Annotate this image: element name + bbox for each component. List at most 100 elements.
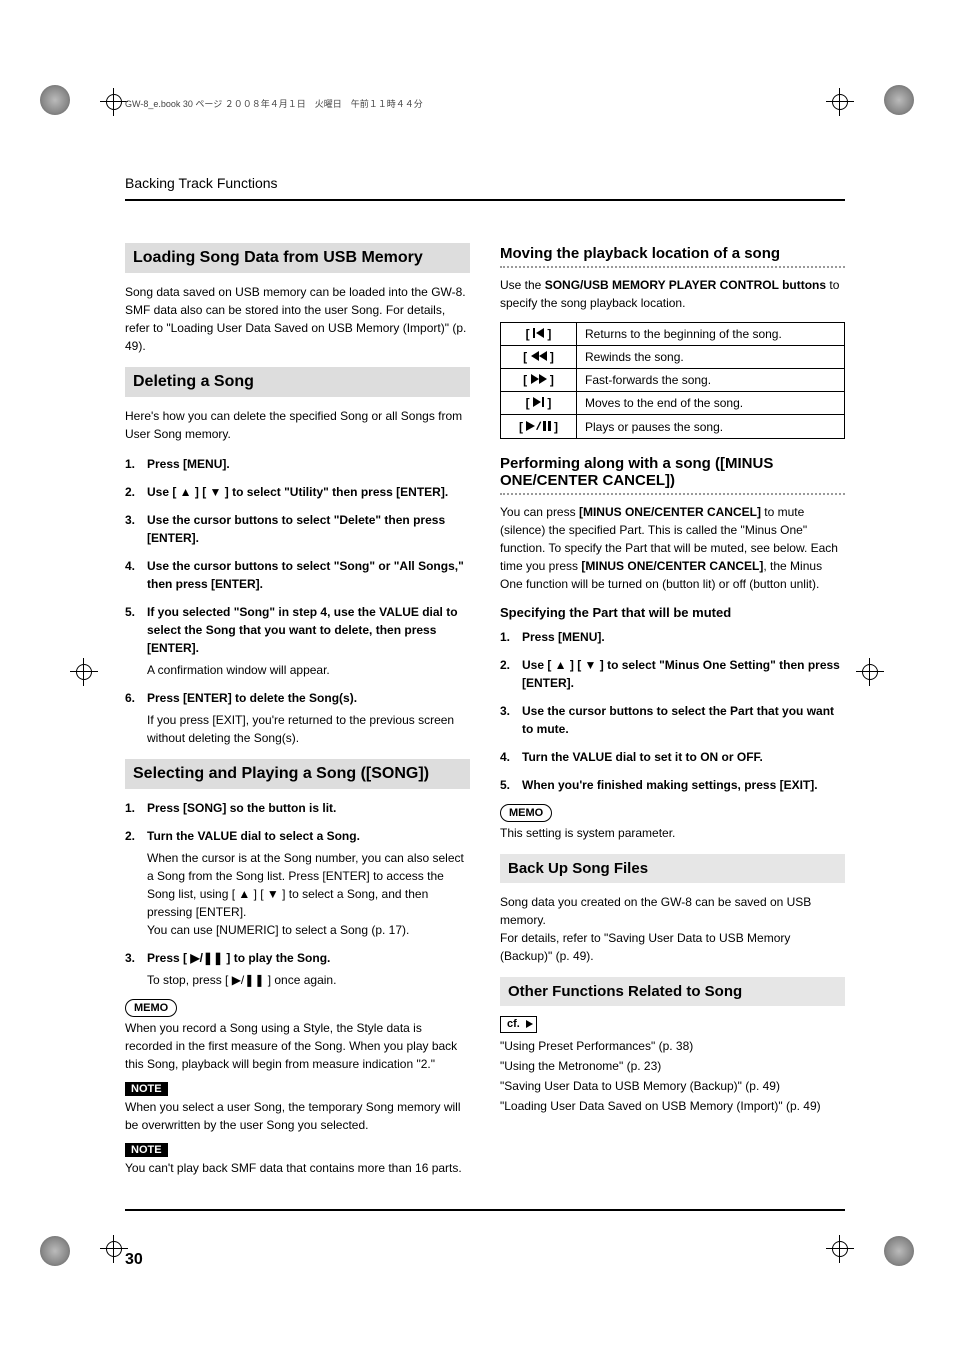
step-sub: To stop, press [ ▶/❚❚ ] once again.: [147, 971, 336, 989]
step-item: 1.Press [MENU].: [500, 628, 845, 646]
note2-text: You can't play back SMF data that contai…: [125, 1159, 470, 1177]
button-desc-cell: Rewinds the song.: [577, 346, 845, 369]
step-item: 5.If you selected "Song" in step 4, use …: [125, 603, 470, 679]
reference-item: "Using the Metronome" (p. 23): [500, 1057, 845, 1075]
section-title-loading: Loading Song Data from USB Memory: [125, 243, 470, 273]
step-main: Press [ ▶/❚❚ ] to play the Song.: [147, 951, 330, 965]
step-item: 1.Press [MENU].: [125, 455, 470, 473]
table-row: [ ]Returns to the beginning of the song.: [501, 323, 845, 346]
reg-mark-cross: [100, 1235, 128, 1263]
step-item: 3.Press [ ▶/❚❚ ] to play the Song.To sto…: [125, 949, 470, 989]
step-item: 4.Use the cursor buttons to select "Song…: [125, 557, 470, 593]
table-row: [ ]Rewinds the song.: [501, 346, 845, 369]
skip-end-icon: [533, 397, 544, 407]
mute-steps: 1.Press [MENU]. 2.Use [ ▲ ] [ ▼ ] to sele…: [500, 628, 845, 794]
page-number: 30: [125, 1251, 143, 1269]
button-icon-cell: [ ]: [501, 346, 577, 369]
reg-mark-cross: [856, 658, 884, 686]
play-pause-icon: /: [526, 419, 550, 433]
deleting-intro: Here's how you can delete the specified …: [125, 407, 470, 443]
step-body: Use the cursor buttons to select the Par…: [522, 702, 845, 738]
step-sub: A confirmation window will appear.: [147, 661, 470, 679]
step-body: Press [MENU].: [522, 628, 605, 646]
step-main: Use [ ▲ ] [ ▼ ] to select "Utility" then…: [147, 485, 448, 499]
rewind-icon: [531, 351, 547, 361]
book-meta-line: GW-8_e.book 30 ページ ２００８年４月１日 火曜日 午前１１時４４…: [125, 97, 423, 110]
reg-mark-cross: [826, 1235, 854, 1263]
step-number: 4.: [500, 748, 522, 766]
step-item: 2.Turn the VALUE dial to select a Song.W…: [125, 827, 470, 939]
memo-badge: MEMO: [125, 999, 177, 1017]
step-main: Turn the VALUE dial to set it to ON or O…: [522, 750, 763, 764]
step-number: 3.: [125, 511, 147, 547]
step-sub: If you press [EXIT], you're returned to …: [147, 711, 470, 747]
step-main: Use the cursor buttons to select the Par…: [522, 704, 834, 736]
step-main: Press [ENTER] to delete the Song(s).: [147, 691, 357, 705]
section-title-backup: Back Up Song Files: [500, 854, 845, 883]
selecting-steps: 1.Press [SONG] so the button is lit. 2.Tu…: [125, 799, 470, 989]
reg-mark-cross: [100, 88, 128, 116]
step-main: Use the cursor buttons to select "Delete…: [147, 513, 445, 545]
button-desc-cell: Fast-forwards the song.: [577, 369, 845, 392]
button-desc-cell: Returns to the beginning of the song.: [577, 323, 845, 346]
section-title-selecting: Selecting and Playing a Song ([SONG]): [125, 759, 470, 789]
step-main: Turn the VALUE dial to select a Song.: [147, 829, 360, 843]
step-main: When you're finished making settings, pr…: [522, 778, 818, 792]
right-column: Moving the playback location of a song U…: [500, 231, 845, 1185]
minus-one-para: You can press [MINUS ONE/CENTER CANCEL] …: [500, 503, 845, 593]
subhead-moving: Moving the playback location of a song: [500, 245, 845, 262]
reg-mark-cross: [70, 658, 98, 686]
text: You can press: [500, 505, 579, 519]
step-body: Use the cursor buttons to select "Song" …: [147, 557, 470, 593]
button-icon-cell: [ ]: [501, 369, 577, 392]
reg-mark-cross: [826, 88, 854, 116]
step-number: 3.: [500, 702, 522, 738]
left-column: Loading Song Data from USB Memory Song d…: [125, 231, 470, 1185]
button-icon-cell: [ / ]: [501, 415, 577, 439]
step-item: 5.When you're finished making settings, …: [500, 776, 845, 794]
step-item: 1.Press [SONG] so the button is lit.: [125, 799, 470, 817]
subhead-minus-one: Performing along with a song ([MINUS ONE…: [500, 455, 845, 489]
step-body: Turn the VALUE dial to set it to ON or O…: [522, 748, 763, 766]
memo-text: When you record a Song using a Style, th…: [125, 1019, 470, 1073]
step-item: 2.Use [ ▲ ] [ ▼ ] to select "Minus One S…: [500, 656, 845, 692]
page-content: Backing Track Functions Loading Song Dat…: [125, 175, 845, 1211]
bold-text: [MINUS ONE/CENTER CANCEL]: [581, 559, 763, 573]
button-desc-cell: Moves to the end of the song.: [577, 392, 845, 415]
step-main: Press [MENU].: [522, 630, 605, 644]
step-number: 4.: [125, 557, 147, 593]
reference-item: "Saving User Data to USB Memory (Backup)…: [500, 1077, 845, 1095]
step-body: If you selected "Song" in step 4, use th…: [147, 603, 470, 679]
backup-para: Song data you created on the GW-8 can be…: [500, 893, 845, 965]
reg-mark-circle: [884, 1236, 914, 1266]
step-number: 5.: [500, 776, 522, 794]
loading-para: Song data saved on USB memory can be loa…: [125, 283, 470, 355]
memo-badge: MEMO: [500, 804, 552, 822]
step-main: Press [SONG] so the button is lit.: [147, 801, 336, 815]
moving-intro: Use the SONG/USB MEMORY PLAYER CONTROL b…: [500, 276, 845, 312]
reg-mark-circle: [40, 85, 70, 115]
button-icon-cell: [ ]: [501, 323, 577, 346]
reference-list: "Using Preset Performances" (p. 38)"Usin…: [500, 1037, 845, 1115]
step-body: Press [ ▶/❚❚ ] to play the Song. To stop,…: [147, 949, 336, 989]
dotted-rule: [500, 493, 845, 495]
step-body: Use [ ▲ ] [ ▼ ] to select "Utility" then…: [147, 483, 448, 501]
step-number: 1.: [125, 799, 147, 817]
running-head: Backing Track Functions: [125, 175, 845, 191]
dotted-rule: [500, 266, 845, 268]
text: Use the: [500, 278, 545, 292]
table-row: [ ]Moves to the end of the song.: [501, 392, 845, 415]
memo-text: This setting is system parameter.: [500, 824, 845, 842]
note-badge: NOTE: [125, 1082, 168, 1096]
step-body: Press [MENU].: [147, 455, 230, 473]
table-row: [ ]Fast-forwards the song.: [501, 369, 845, 392]
bold-text: [MINUS ONE/CENTER CANCEL]: [579, 505, 761, 519]
step-body: Press [ENTER] to delete the Song(s). If y…: [147, 689, 470, 747]
table-row: [ / ]Plays or pauses the song.: [501, 415, 845, 439]
step-main: Press [MENU].: [147, 457, 230, 471]
step-number: 6.: [125, 689, 147, 747]
step-item: 6.Press [ENTER] to delete the Song(s). If…: [125, 689, 470, 747]
reg-mark-circle: [884, 85, 914, 115]
transport-table: [ ]Returns to the beginning of the song.…: [500, 322, 845, 439]
skip-start-icon: [533, 328, 544, 338]
